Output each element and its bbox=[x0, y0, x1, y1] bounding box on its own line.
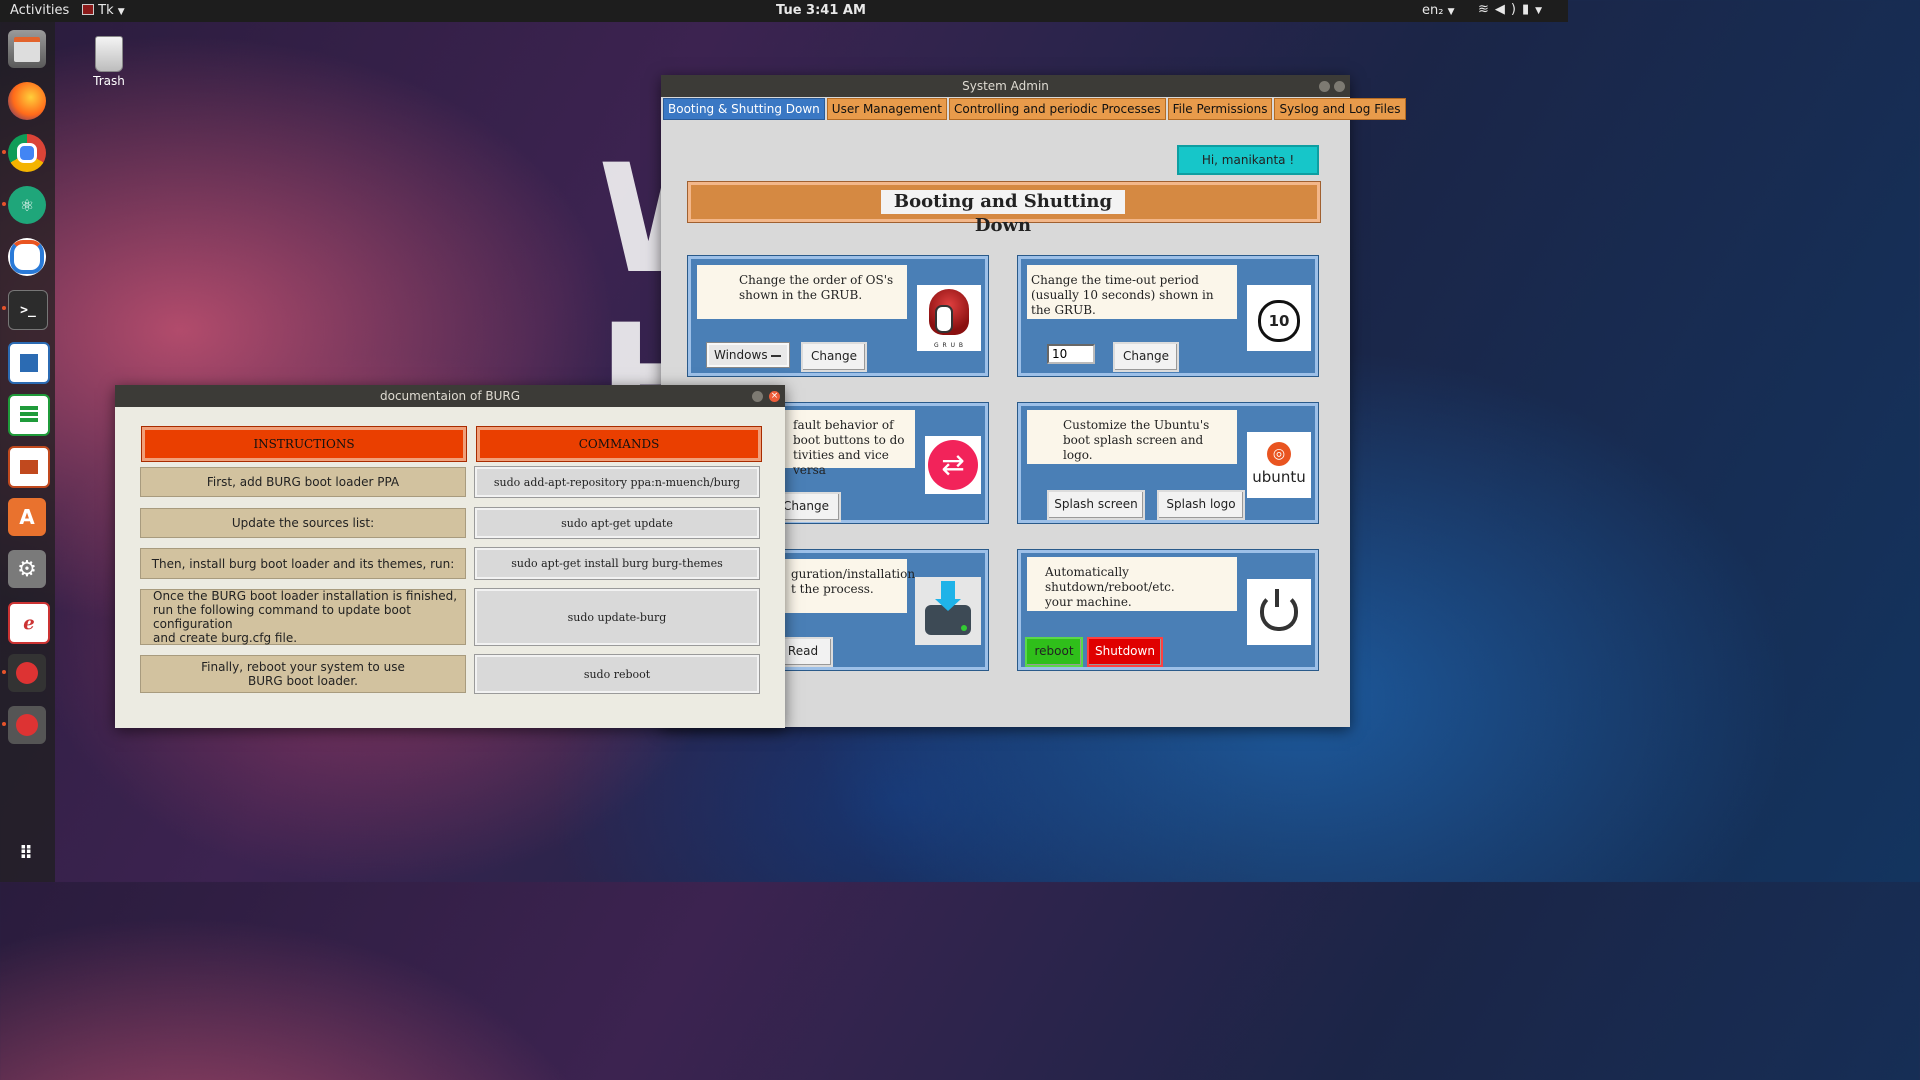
system-tray[interactable]: ≋◀)▮▼ bbox=[1478, 2, 1548, 17]
os-order-select-value: Windows bbox=[714, 348, 768, 362]
command-row-4[interactable]: sudo update-burg bbox=[474, 588, 760, 646]
firefox-icon[interactable] bbox=[8, 82, 46, 120]
dropdown-indicator-icon bbox=[771, 355, 781, 357]
minimize-icon[interactable] bbox=[752, 391, 763, 402]
top-bar: Activities Tk ▼ Tue 3:41 AM en₂ ▼ ≋◀)▮▼ bbox=[0, 0, 1568, 22]
dock: ⚛ >_ A ⚙ ℯ ⠿ bbox=[0, 22, 55, 882]
tab-bar: Booting & Shutting Down User Management … bbox=[663, 98, 1408, 120]
card-description: Customize the Ubuntu's boot splash scree… bbox=[1027, 410, 1237, 464]
atom-icon[interactable]: ⚛ bbox=[8, 186, 46, 224]
splash-logo-button[interactable]: Splash logo bbox=[1157, 490, 1245, 520]
tab-processes[interactable]: Controlling and periodic Processes bbox=[949, 98, 1166, 120]
instructions-header: INSTRUCTIONS bbox=[141, 426, 467, 462]
activities-button[interactable]: Activities bbox=[10, 3, 69, 18]
timer-value: 10 bbox=[1258, 300, 1300, 342]
trash-icon bbox=[95, 36, 123, 72]
close-icon[interactable] bbox=[1334, 81, 1345, 92]
timeout-input[interactable] bbox=[1047, 344, 1095, 364]
page-title: Booting and Shutting Down bbox=[881, 190, 1125, 236]
show-apps-icon[interactable]: ⠿ bbox=[8, 834, 46, 872]
instruction-row-1: First, add BURG boot loader PPA bbox=[140, 467, 466, 497]
card-power: Automatically shutdown/reboot/etc. your … bbox=[1017, 549, 1319, 671]
instruction-row-2: Update the sources list: bbox=[140, 508, 466, 538]
clock[interactable]: Tue 3:41 AM bbox=[776, 3, 866, 18]
tk-app-icon[interactable] bbox=[8, 706, 46, 744]
command-row-5[interactable]: sudo reboot bbox=[474, 654, 760, 694]
window-title: System Admin bbox=[962, 79, 1049, 93]
timeout-change-button[interactable]: Change bbox=[1113, 342, 1179, 372]
writer-icon[interactable] bbox=[8, 342, 50, 384]
instruction-row-4: Once the BURG boot loader installation i… bbox=[140, 589, 466, 645]
tab-booting[interactable]: Booting & Shutting Down bbox=[663, 98, 825, 120]
card-grub-timeout: Change the time-out period (usually 10 s… bbox=[1017, 255, 1319, 377]
timer-icon: 10 bbox=[1247, 285, 1311, 351]
tk-app-icon[interactable] bbox=[8, 654, 46, 692]
chevron-down-icon: ▼ bbox=[1535, 6, 1549, 16]
ubuntu-logo-icon: ◎ ubuntu bbox=[1247, 432, 1311, 498]
instruction-row-5: Finally, reboot your system to use BURG … bbox=[140, 655, 466, 693]
battery-icon: ▮ bbox=[1521, 2, 1536, 17]
tab-user-management[interactable]: User Management bbox=[826, 98, 947, 120]
minimize-icon[interactable] bbox=[1319, 81, 1330, 92]
keyboard-layout-indicator[interactable]: en₂ ▼ bbox=[1422, 3, 1455, 18]
calc-icon[interactable] bbox=[8, 394, 50, 436]
trash-desktop-icon[interactable]: Trash bbox=[88, 36, 130, 88]
instruction-row-3: Then, install burg boot loader and its t… bbox=[140, 548, 466, 579]
tab-file-permissions[interactable]: File Permissions bbox=[1167, 98, 1273, 120]
command-row-3[interactable]: sudo apt-get install burg burg-themes bbox=[474, 547, 760, 580]
os-order-select[interactable]: Windows bbox=[706, 342, 790, 368]
document-viewer-icon[interactable]: ℯ bbox=[8, 602, 50, 644]
window-title: documentaion of BURG bbox=[379, 389, 521, 403]
splash-screen-button[interactable]: Splash screen bbox=[1047, 490, 1145, 520]
grub-logo-caption: G R U B bbox=[933, 342, 965, 349]
terminal-icon[interactable]: >_ bbox=[8, 290, 48, 330]
window-titlebar[interactable]: documentaion of BURG × bbox=[115, 385, 785, 407]
files-icon[interactable] bbox=[8, 30, 46, 68]
window-titlebar[interactable]: System Admin bbox=[661, 75, 1350, 97]
shutdown-button[interactable]: Shutdown bbox=[1087, 637, 1163, 667]
card-grub-order: Change the order of OS's shown in the GR… bbox=[687, 255, 989, 377]
card-description: Change the order of OS's shown in the GR… bbox=[697, 265, 907, 319]
greeting-button[interactable]: Hi, manikanta ! bbox=[1177, 145, 1319, 175]
power-icon bbox=[1247, 579, 1311, 645]
swap-arrows-icon: ⇄ bbox=[925, 436, 981, 494]
keyboard-layout-label: en₂ bbox=[1422, 3, 1444, 18]
ubuntu-software-updater-icon[interactable] bbox=[8, 238, 46, 276]
volume-icon: ◀) bbox=[1494, 2, 1522, 17]
chrome-icon[interactable] bbox=[8, 134, 46, 172]
reboot-button[interactable]: reboot bbox=[1025, 637, 1083, 667]
chevron-down-icon: ▼ bbox=[117, 7, 125, 17]
commands-header: COMMANDS bbox=[476, 426, 762, 462]
system-tools-icon[interactable]: ⚙ bbox=[8, 550, 46, 588]
page-header: Booting and Shutting Down bbox=[687, 181, 1321, 236]
card-description: Change the time-out period (usually 10 s… bbox=[1027, 265, 1237, 319]
trash-label: Trash bbox=[93, 74, 125, 88]
wifi-icon: ≋ bbox=[1478, 2, 1495, 17]
command-row-2[interactable]: sudo apt-get update bbox=[474, 507, 760, 539]
app-menu-label: Tk bbox=[98, 3, 114, 18]
download-drive-icon bbox=[915, 577, 981, 645]
grub-logo-icon: G R U B bbox=[917, 285, 981, 351]
burg-documentation-window: documentaion of BURG × INSTRUCTIONS COMM… bbox=[115, 385, 785, 728]
app-menu-icon bbox=[82, 4, 94, 15]
chevron-down-icon: ▼ bbox=[1447, 7, 1455, 17]
software-center-icon[interactable]: A bbox=[8, 498, 46, 536]
app-menu[interactable]: Tk ▼ bbox=[82, 3, 125, 18]
ubuntu-logo-text: ubuntu bbox=[1252, 468, 1306, 486]
impress-icon[interactable] bbox=[8, 446, 50, 488]
command-row-1[interactable]: sudo add-apt-repository ppa:n-muench/bur… bbox=[474, 466, 760, 498]
tab-syslog[interactable]: Syslog and Log Files bbox=[1274, 98, 1406, 120]
grub-order-change-button[interactable]: Change bbox=[801, 342, 867, 372]
card-description: Automatically shutdown/reboot/etc. your … bbox=[1027, 557, 1237, 611]
close-icon[interactable]: × bbox=[769, 391, 780, 402]
card-splash: Customize the Ubuntu's boot splash scree… bbox=[1017, 402, 1319, 524]
